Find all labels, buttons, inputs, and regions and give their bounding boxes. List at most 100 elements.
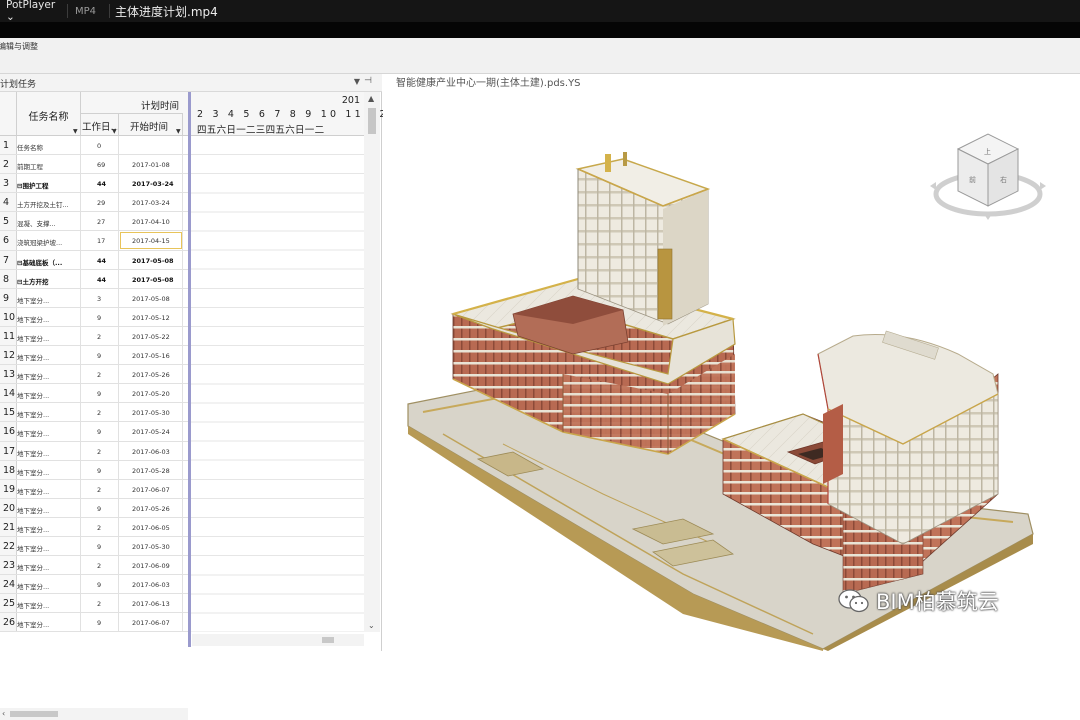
model-viewport[interactable]: 上 前 右 智能健康产业中心一期(主体土建).pds.YS BIM柏慕筑云	[383, 74, 1080, 651]
start-time-cell[interactable]: 2017-05-30	[119, 536, 183, 556]
start-time-header[interactable]: 开始时间	[119, 114, 183, 136]
start-time-cell[interactable]: 2017-05-16	[119, 346, 183, 365]
gantt-chart-area[interactable]	[191, 136, 364, 632]
work-days-cell[interactable]: 2	[81, 326, 119, 346]
start-time-cell[interactable]: 2017-06-13	[119, 594, 183, 613]
plan-time-header[interactable]: 计划时间	[81, 92, 183, 114]
task-name-cell[interactable]: 地下室分...	[17, 365, 81, 384]
gantt-vscrollbar[interactable]: ▲ ⌄	[364, 92, 380, 632]
task-name-cell[interactable]: 地下室分...	[17, 460, 81, 479]
work-days-cell[interactable]: 2	[81, 594, 119, 613]
table-row[interactable]: 26 地下室分... 9 2017-06-07	[0, 613, 190, 633]
task-name-cell[interactable]: 地下室分...	[17, 441, 81, 460]
table-row[interactable]: 1 任务名称 0	[0, 136, 190, 156]
table-row[interactable]: 2 前期工程 69 2017-01-08	[0, 155, 190, 175]
task-name-cell[interactable]: 任务名称	[17, 136, 81, 155]
sort-icon[interactable]: ▼	[112, 128, 117, 135]
work-days-cell[interactable]: 9	[81, 613, 119, 632]
work-days-cell[interactable]: 2	[81, 556, 119, 575]
task-name-cell[interactable]: ⊟围护工程	[17, 174, 81, 193]
table-row[interactable]: 8 ⊟土方开挖 44 2017-05-08	[0, 269, 190, 289]
task-name-cell[interactable]: 浇筑冠梁护坡...	[17, 231, 81, 250]
start-time-cell[interactable]: 2017-06-03	[119, 441, 183, 460]
start-time-cell[interactable]: 2017-05-30	[119, 403, 183, 422]
table-row[interactable]: 3 ⊟围护工程 44 2017-03-24	[0, 174, 190, 194]
start-time-cell[interactable]: 2017-06-05	[119, 517, 183, 536]
task-name-cell[interactable]: 土方开挖及土钉...	[17, 193, 81, 212]
table-row[interactable]: 20 地下室分... 9 2017-05-26	[0, 498, 190, 518]
task-name-cell[interactable]: 地下室分...	[17, 575, 81, 594]
table-row[interactable]: 15 地下室分... 2 2017-05-30	[0, 403, 190, 423]
toolbar-label[interactable]: 编辑与调整	[0, 41, 38, 52]
start-time-cell[interactable]: 2017-05-20	[119, 384, 183, 403]
start-time-cell[interactable]: 2017-06-03	[119, 575, 183, 594]
table-row[interactable]: 14 地下室分... 9 2017-05-20	[0, 384, 190, 404]
table-row[interactable]: 25 地下室分... 2 2017-06-13	[0, 594, 190, 614]
task-name-cell[interactable]: 地下室分...	[17, 326, 81, 346]
task-name-cell[interactable]: 地下室分...	[17, 556, 81, 575]
start-time-cell[interactable]	[119, 136, 183, 155]
work-days-cell[interactable]: 44	[81, 174, 119, 193]
table-row[interactable]: 18 地下室分... 9 2017-05-28	[0, 460, 190, 480]
task-name-cell[interactable]: 地下室分...	[17, 479, 81, 498]
task-name-cell[interactable]: 地下室分...	[17, 517, 81, 536]
work-days-cell[interactable]: 0	[81, 136, 119, 155]
start-time-cell[interactable]: 2017-06-09	[119, 556, 183, 575]
task-name-cell[interactable]: 混凝、支撑...	[17, 212, 81, 231]
work-days-cell[interactable]: 29	[81, 193, 119, 212]
start-time-cell[interactable]: 2017-06-07	[119, 479, 183, 498]
work-days-cell[interactable]: 9	[81, 575, 119, 594]
scroll-thumb[interactable]	[322, 637, 334, 643]
work-days-cell[interactable]: 2	[81, 365, 119, 384]
gantt-hscrollbar[interactable]	[192, 634, 364, 646]
start-time-cell[interactable]: 2017-06-07	[119, 613, 183, 632]
work-days-cell[interactable]: 9	[81, 536, 119, 556]
player-menu-button[interactable]: PotPlayer ⌄	[0, 0, 62, 23]
start-time-cell[interactable]: 2017-05-22	[119, 326, 183, 346]
start-time-cell[interactable]: 2017-05-08	[119, 288, 183, 307]
work-days-cell[interactable]: 9	[81, 307, 119, 326]
table-row[interactable]: 11 地下室分... 2 2017-05-22	[0, 326, 190, 347]
work-days-cell[interactable]: 27	[81, 212, 119, 231]
start-time-cell[interactable]: 2017-05-08	[119, 250, 183, 269]
table-row[interactable]: 4 土方开挖及土钉... 29 2017-03-24	[0, 193, 190, 213]
task-name-cell[interactable]: 地下室分...	[17, 403, 81, 422]
table-row[interactable]: 13 地下室分... 2 2017-05-26	[0, 365, 190, 385]
start-time-cell[interactable]: 2017-05-24	[119, 422, 183, 441]
table-row[interactable]: 5 混凝、支撑... 27 2017-04-10	[0, 212, 190, 232]
task-name-cell[interactable]: 地下室分...	[17, 613, 81, 632]
table-row[interactable]: 9 地下室分... 3 2017-05-08	[0, 288, 190, 308]
panel-dropdown-icon[interactable]: ▼	[354, 77, 360, 86]
start-time-cell[interactable]: 2017-05-26	[119, 498, 183, 517]
start-time-cell[interactable]: 2017-03-24	[119, 174, 183, 193]
task-name-cell[interactable]: 地下室分...	[17, 288, 81, 307]
task-name-cell[interactable]: ⊟基础底板（...	[17, 250, 81, 269]
table-row[interactable]: 16 地下室分... 9 2017-05-24	[0, 422, 190, 442]
start-time-cell[interactable]: 2017-05-26	[119, 365, 183, 384]
sort-icon[interactable]: ▼	[176, 128, 181, 135]
task-name-cell[interactable]: 地下室分...	[17, 422, 81, 441]
pin-icon[interactable]: ⊣	[364, 76, 372, 86]
table-row[interactable]: 24 地下室分... 9 2017-06-03	[0, 575, 190, 595]
table-row[interactable]: 12 地下室分... 9 2017-05-16	[0, 346, 190, 366]
scroll-up-icon[interactable]: ▲	[368, 94, 374, 103]
work-days-cell[interactable]: 17	[81, 231, 119, 250]
task-name-cell[interactable]: 前期工程	[17, 155, 81, 174]
task-name-cell[interactable]: 地下室分...	[17, 594, 81, 613]
table-row[interactable]: 19 地下室分... 2 2017-06-07	[0, 479, 190, 499]
scroll-thumb[interactable]	[10, 711, 58, 717]
work-days-cell[interactable]: 9	[81, 346, 119, 365]
task-grid-hscrollbar[interactable]: ‹	[0, 708, 188, 720]
sort-icon[interactable]: ▼	[73, 128, 78, 135]
work-days-cell[interactable]: 9	[81, 498, 119, 517]
task-name-header[interactable]: 任务名称	[17, 92, 81, 136]
start-time-cell[interactable]: 2017-05-28	[119, 460, 183, 479]
work-days-cell[interactable]: 69	[81, 155, 119, 174]
start-time-cell[interactable]: 2017-04-15	[119, 231, 183, 250]
task-name-cell[interactable]: 地下室分...	[17, 346, 81, 365]
work-days-cell[interactable]: 2	[81, 517, 119, 536]
table-row[interactable]: 17 地下室分... 2 2017-06-03	[0, 441, 190, 461]
task-name-cell[interactable]: 地下室分...	[17, 384, 81, 403]
task-name-cell[interactable]: 地下室分...	[17, 307, 81, 326]
work-days-cell[interactable]: 9	[81, 422, 119, 441]
